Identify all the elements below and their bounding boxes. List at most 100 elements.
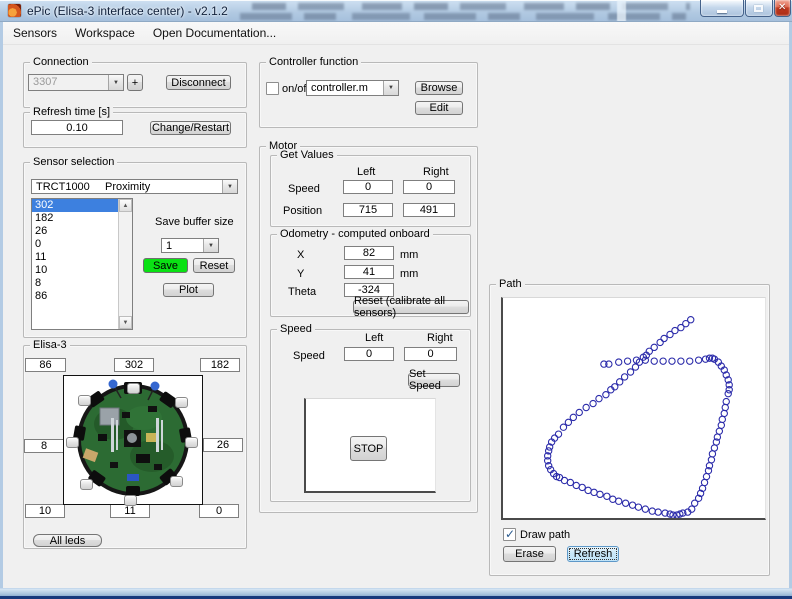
speed-panel-title: Speed — [277, 323, 315, 335]
sensor-field-bottom-center[interactable]: 11 — [110, 504, 150, 518]
get-speed-left-field[interactable]: 0 — [343, 180, 393, 194]
list-item[interactable]: 182 — [32, 212, 132, 225]
path-plot-svg — [543, 316, 733, 519]
led-button-lower-right[interactable] — [170, 476, 183, 487]
refresh-time-title: Refresh time [s] — [30, 106, 114, 118]
list-item[interactable]: 0 — [32, 238, 132, 251]
stop-button[interactable]: STOP — [350, 436, 387, 461]
sensor-field-mid-left[interactable]: 8 — [24, 439, 64, 453]
save-button[interactable]: Save — [143, 258, 188, 273]
get-position-right-field[interactable]: 491 — [403, 203, 455, 217]
led-button-top[interactable] — [127, 383, 140, 394]
menu-sensors[interactable]: Sensors — [5, 23, 65, 43]
minimize-button[interactable] — [700, 0, 744, 17]
odometry-y-unit: mm — [400, 268, 419, 280]
led-button-right[interactable] — [185, 437, 198, 448]
sensor-field-bottom-left[interactable]: 10 — [25, 504, 65, 518]
add-port-button[interactable]: + — [127, 74, 143, 91]
window-border-bottom — [0, 588, 792, 596]
speed-left-field[interactable]: 0 — [344, 347, 394, 361]
erase-button[interactable]: Erase — [503, 546, 556, 562]
maximize-button[interactable] — [745, 0, 773, 17]
led-button-upper-right[interactable] — [175, 397, 188, 408]
speed-right-field[interactable]: 0 — [404, 347, 457, 361]
client-area: Connection 3307 + Disconnect Refresh tim… — [3, 45, 789, 588]
controller-function-title: Controller function — [266, 56, 362, 68]
sensor-type-select[interactable]: TRCT1000 Proximity — [31, 179, 238, 194]
list-item[interactable]: 11 — [32, 251, 132, 264]
list-item[interactable]: 26 — [32, 225, 132, 238]
controller-onoff-checkbox[interactable] — [266, 82, 279, 95]
scroll-down-icon[interactable] — [119, 316, 132, 329]
port-select[interactable]: 3307 — [28, 74, 124, 91]
chevron-down-icon — [203, 239, 218, 252]
chevron-down-icon — [108, 75, 123, 90]
path-panel-title: Path — [496, 278, 525, 290]
elisa3-panel-title: Elisa-3 — [30, 339, 70, 351]
app-icon — [8, 4, 21, 17]
led-button-upper-left[interactable] — [78, 395, 91, 406]
menu-bar: Sensors Workspace Open Documentation... — [3, 22, 789, 45]
sensor-field-mid-right[interactable]: 26 — [203, 438, 243, 452]
sensor-type-value: TRCT1000 — [36, 181, 90, 193]
reset-calibrate-button[interactable]: Reset (calibrate all sensors) — [353, 295, 469, 319]
speed-left-header: Left — [365, 332, 384, 344]
sensor-selection-title: Sensor selection — [30, 156, 118, 168]
controller-file-select[interactable]: controller.m — [306, 80, 399, 96]
reset-button[interactable]: Reset — [193, 258, 235, 273]
draw-path-checkbox[interactable] — [503, 527, 516, 541]
sensor-field-top-left[interactable]: 86 — [25, 358, 66, 372]
edit-button[interactable]: Edit — [415, 101, 463, 115]
path-plot — [501, 297, 766, 520]
save-buffer-size-label: Save buffer size — [155, 216, 234, 228]
scroll-up-icon[interactable] — [119, 199, 132, 212]
title-bar: ePic (Elisa-3 interface center) - v2.1.2 — [0, 0, 792, 22]
menu-workspace[interactable]: Workspace — [67, 23, 143, 43]
buffer-size-value: 1 — [166, 240, 173, 252]
get-position-label: Position — [283, 205, 323, 217]
plot-button[interactable]: Plot — [163, 283, 214, 297]
port-value: 3307 — [33, 76, 58, 88]
odometry-title: Odometry - computed onboard — [277, 228, 433, 240]
browse-button[interactable]: Browse — [415, 81, 463, 95]
all-leds-button[interactable]: All leds — [33, 534, 102, 547]
window-title: ePic (Elisa-3 interface center) - v2.1.2 — [27, 4, 228, 18]
chevron-down-icon — [383, 81, 398, 95]
sensor-values-listbox[interactable]: 302 182 26 0 11 10 8 86 — [31, 198, 133, 330]
odometry-x-field[interactable]: 82 — [344, 246, 394, 260]
odometry-x-unit: mm — [400, 249, 419, 261]
buffer-size-select[interactable]: 1 — [161, 238, 219, 253]
speed-right-header: Right — [427, 332, 453, 344]
scrollbar[interactable] — [118, 199, 132, 329]
get-values-title: Get Values — [277, 149, 337, 161]
refresh-button[interactable]: Refresh — [567, 546, 619, 562]
led-button-bottom[interactable] — [124, 495, 137, 506]
chevron-down-icon — [222, 180, 237, 193]
list-item[interactable]: 302 — [32, 199, 132, 212]
refresh-time-input[interactable]: 0.10 — [31, 120, 123, 135]
odometry-x-label: X — [297, 249, 305, 261]
led-button-lower-left[interactable] — [80, 479, 93, 490]
sensor-field-top-center[interactable]: 302 — [114, 358, 154, 372]
sensor-field-bottom-right[interactable]: 0 — [199, 504, 239, 518]
get-speed-right-field[interactable]: 0 — [403, 180, 455, 194]
set-speed-button[interactable]: Set Speed — [408, 368, 460, 392]
get-values-left-header: Left — [357, 166, 376, 178]
list-item[interactable]: 86 — [32, 290, 132, 303]
get-values-right-header: Right — [423, 166, 449, 178]
draw-path-label: Draw path — [520, 529, 571, 541]
menu-open-documentation[interactable]: Open Documentation... — [145, 23, 284, 43]
sensor-mode-value: Proximity — [105, 181, 151, 193]
controller-file-value: controller.m — [311, 82, 368, 94]
change-restart-button[interactable]: Change/Restart — [150, 121, 231, 135]
led-button-left[interactable] — [66, 437, 79, 448]
list-item[interactable]: 10 — [32, 264, 132, 277]
close-button[interactable] — [774, 0, 791, 17]
sensor-field-top-right[interactable]: 182 — [200, 358, 240, 372]
get-position-left-field[interactable]: 715 — [343, 203, 393, 217]
odometry-theta-label: Theta — [288, 286, 317, 298]
odometry-y-field[interactable]: 41 — [344, 265, 394, 279]
speed-label: Speed — [293, 350, 325, 362]
list-item[interactable]: 8 — [32, 277, 132, 290]
disconnect-button[interactable]: Disconnect — [166, 75, 231, 90]
